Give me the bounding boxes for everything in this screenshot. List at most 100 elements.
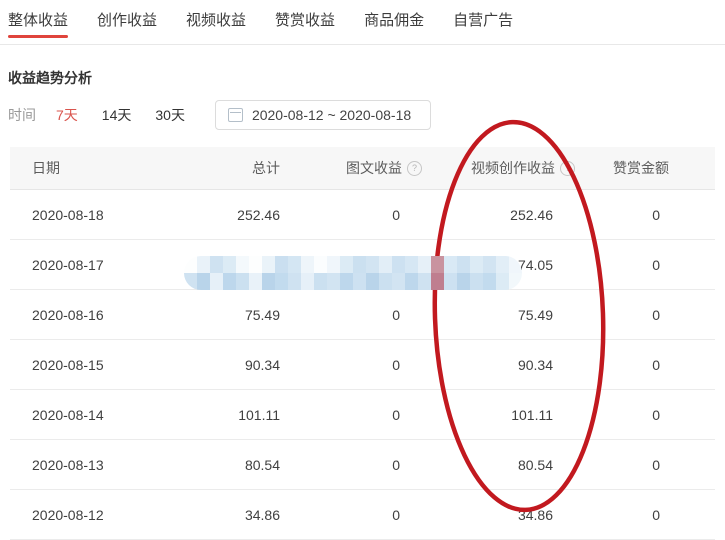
redaction-block xyxy=(288,256,301,273)
section-title: 收益趋势分析 xyxy=(8,68,725,88)
redaction-block xyxy=(314,256,327,273)
redaction-block xyxy=(483,256,496,273)
column-header-label: 图文收益 xyxy=(346,158,402,178)
cell-appreciation: 0 xyxy=(553,307,715,323)
cell-article: 0 xyxy=(280,207,400,223)
tab-6[interactable]: 自营广告 xyxy=(453,0,513,44)
tab-bar: 整体收益创作收益视频收益赞赏收益商品佣金自营广告 xyxy=(0,0,725,45)
cell-total: 90.34 xyxy=(200,357,280,373)
time-range-options: 7天 14天 30天 xyxy=(56,105,209,125)
cell-date: 2020-08-12 xyxy=(10,507,200,523)
cell-article: 0 xyxy=(280,457,400,473)
column-header-3: 图文收益? xyxy=(280,158,400,178)
cell-video: 101.11 xyxy=(400,407,553,423)
redaction-block xyxy=(249,256,262,273)
cell-total: 80.54 xyxy=(200,457,280,473)
redaction-block xyxy=(327,256,340,273)
calendar-icon xyxy=(228,108,243,122)
cell-appreciation: 0 xyxy=(553,507,715,523)
cell-date: 2020-08-18 xyxy=(10,207,200,223)
cell-date: 2020-08-14 xyxy=(10,407,200,423)
redaction-block xyxy=(379,273,392,290)
tab-4[interactable]: 赞赏收益 xyxy=(275,0,335,44)
tab-5[interactable]: 商品佣金 xyxy=(364,0,424,44)
redaction-block xyxy=(483,273,496,290)
cell-article: 0 xyxy=(280,507,400,523)
filter-row: 时间 7天 14天 30天 2020-08-12 ~ 2020-08-18 xyxy=(8,100,725,130)
table-row: 2020-08-1380.54080.540 xyxy=(10,440,715,490)
cell-appreciation: 0 xyxy=(553,457,715,473)
table-row: 2020-08-14101.110101.110 xyxy=(10,390,715,440)
redaction-block xyxy=(470,273,483,290)
column-header-5: 赞赏金额 xyxy=(553,158,715,178)
cell-date: 2020-08-16 xyxy=(10,307,200,323)
redaction-block xyxy=(327,273,340,290)
redaction-block xyxy=(353,256,366,273)
redaction-block xyxy=(444,256,457,273)
table-row: 2020-08-18252.460252.460 xyxy=(10,190,715,240)
redaction-block xyxy=(418,256,431,273)
redaction-block xyxy=(470,256,483,273)
date-range-picker[interactable]: 2020-08-12 ~ 2020-08-18 xyxy=(215,100,431,130)
cell-total: 101.11 xyxy=(200,407,280,423)
date-range-value: 2020-08-12 ~ 2020-08-18 xyxy=(252,107,411,123)
redaction-block xyxy=(366,273,379,290)
cell-article: 0 xyxy=(280,357,400,373)
redaction-block xyxy=(496,256,509,273)
cell-video: 252.46 xyxy=(400,207,553,223)
redaction-block xyxy=(301,273,314,290)
column-header-label: 总计 xyxy=(252,158,280,178)
redaction-block xyxy=(236,256,249,273)
redaction-block xyxy=(301,256,314,273)
redaction-block xyxy=(392,256,405,273)
redaction-block xyxy=(275,273,288,290)
cell-appreciation: 0 xyxy=(553,357,715,373)
time-range-option-7天[interactable]: 7天 xyxy=(56,105,78,125)
redaction-block xyxy=(379,256,392,273)
redaction-block xyxy=(275,256,288,273)
redaction-block xyxy=(418,273,431,290)
time-range-option-30天[interactable]: 30天 xyxy=(155,105,185,125)
cell-video: 75.49 xyxy=(400,307,553,323)
redaction-block xyxy=(223,256,236,273)
cell-video: 90.34 xyxy=(400,357,553,373)
column-header-1: 日期 xyxy=(10,158,200,178)
column-header-4: 视频创作收益? xyxy=(400,158,553,178)
cell-total: 34.86 xyxy=(200,507,280,523)
redaction-block xyxy=(288,273,301,290)
redaction-block xyxy=(223,273,236,290)
tab-2[interactable]: 创作收益 xyxy=(97,0,157,44)
redaction-block xyxy=(431,273,444,290)
cell-date: 2020-08-17 xyxy=(10,257,200,273)
redaction-block xyxy=(262,256,275,273)
redaction-block xyxy=(314,273,327,290)
cell-total: 75.49 xyxy=(200,307,280,323)
tab-3[interactable]: 视频收益 xyxy=(186,0,246,44)
cell-date: 2020-08-15 xyxy=(10,357,200,373)
column-header-label: 视频创作收益 xyxy=(471,158,555,178)
redaction-block xyxy=(249,273,262,290)
redaction-block xyxy=(197,273,210,290)
redaction-block xyxy=(197,256,210,273)
tab-1[interactable]: 整体收益 xyxy=(8,0,68,44)
time-range-option-14天[interactable]: 14天 xyxy=(102,105,132,125)
redaction-block xyxy=(431,256,444,273)
redaction-block xyxy=(457,273,470,290)
redaction-block xyxy=(496,273,509,290)
time-filter-label: 时间 xyxy=(8,105,36,125)
redaction-block xyxy=(405,256,418,273)
cell-total: 252.46 xyxy=(200,207,280,223)
redaction-block xyxy=(210,256,223,273)
earnings-table: 日期总计图文收益?视频创作收益?赞赏金额 2020-08-18252.46025… xyxy=(10,147,715,540)
column-header-2: 总计 xyxy=(200,158,280,178)
redaction-block xyxy=(457,256,470,273)
cell-video: 80.54 xyxy=(400,457,553,473)
redaction-block xyxy=(210,273,223,290)
redaction-blur xyxy=(184,256,522,290)
redaction-block xyxy=(392,273,405,290)
cell-appreciation: 0 xyxy=(553,407,715,423)
redaction-block xyxy=(366,256,379,273)
table-row: 2020-08-1675.49075.490 xyxy=(10,290,715,340)
redaction-block xyxy=(444,273,457,290)
redaction-block xyxy=(340,256,353,273)
